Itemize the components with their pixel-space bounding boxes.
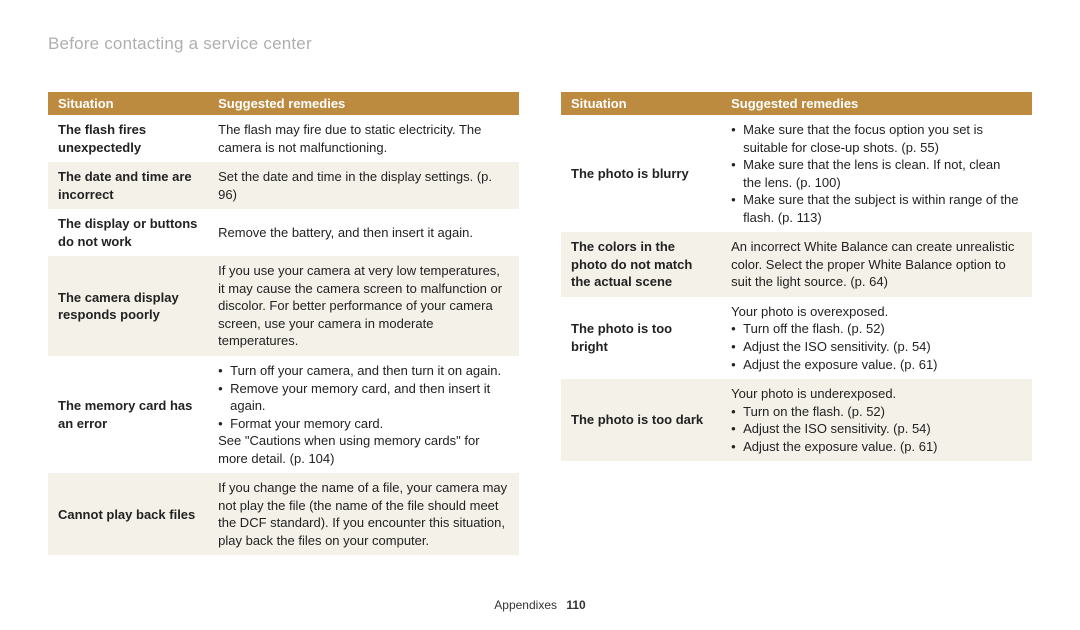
remedy-bullet: Turn off the flash. (p. 52)	[731, 320, 1022, 338]
situation-cell: The memory card has an error	[48, 356, 208, 473]
situation-cell: The camera display responds poorly	[48, 256, 208, 356]
remedy-cell: Your photo is underexposed.Turn on the f…	[721, 379, 1032, 461]
page-title: Before contacting a service center	[48, 34, 1032, 54]
remedy-cell: Turn off your camera, and then turn it o…	[208, 356, 519, 473]
remedy-cell: If you change the name of a file, your c…	[208, 473, 519, 555]
remedy-cell: An incorrect White Balance can create un…	[721, 232, 1032, 297]
remedy-cell: Your photo is overexposed.Turn off the f…	[721, 297, 1032, 379]
table-row: The display or buttons do not work Remove…	[48, 209, 519, 256]
remedy-cell: The flash may fire due to static electri…	[208, 115, 519, 162]
table-row: The flash fires unexpectedly The flash ma…	[48, 115, 519, 162]
remedy-text: Your photo is overexposed.	[731, 303, 1022, 321]
situation-cell: The display or buttons do not work	[48, 209, 208, 256]
remedy-cell: Remove the battery, and then insert it a…	[208, 209, 519, 256]
table-row: Cannot play back filesIf you change the …	[48, 473, 519, 555]
troubleshoot-table-right: Situation Suggested remedies The photo i…	[561, 92, 1032, 461]
table-row: The colors in the photo do not match the…	[561, 232, 1032, 297]
remedy-text: Set the date and time in the display set…	[218, 168, 509, 203]
remedy-bullet: Adjust the exposure value. (p. 61)	[731, 438, 1022, 456]
left-column: Situation Suggested remedies The flash f…	[48, 92, 519, 555]
remedy-cell: Make sure that the focus option you set …	[721, 115, 1032, 232]
remedy-bullet: Make sure that the subject is within ran…	[731, 191, 1022, 226]
remedy-bullet: Turn off your camera, and then turn it o…	[218, 362, 509, 380]
remedy-text: An incorrect White Balance can create un…	[731, 238, 1022, 291]
remedy-bullets: Turn off the flash. (p. 52)Adjust the IS…	[731, 320, 1022, 373]
table-row: The camera display responds poorlyIf you…	[48, 256, 519, 356]
remedy-bullet: Turn on the flash. (p. 52)	[731, 403, 1022, 421]
situation-cell: The date and time are incorrect	[48, 162, 208, 209]
troubleshoot-table-left: Situation Suggested remedies The flash f…	[48, 92, 519, 555]
remedy-bullet: Format your memory card.	[218, 415, 509, 433]
remedy-text: Remove the battery, and then insert it a…	[218, 224, 509, 242]
remedy-bullet: Make sure that the focus option you set …	[731, 121, 1022, 156]
col-header-situation: Situation	[48, 92, 208, 115]
table-row: The date and time are incorrect Set the d…	[48, 162, 519, 209]
footer-section: Appendixes	[494, 598, 557, 612]
situation-cell: Cannot play back files	[48, 473, 208, 555]
right-column: Situation Suggested remedies The photo i…	[561, 92, 1032, 555]
remedy-text: See "Cautions when using memory cards" f…	[218, 432, 509, 467]
remedy-bullet: Adjust the ISO sensitivity. (p. 54)	[731, 338, 1022, 356]
situation-cell: The photo is too bright	[561, 297, 721, 379]
col-header-remedies: Suggested remedies	[208, 92, 519, 115]
remedy-bullet: Make sure that the lens is clean. If not…	[731, 156, 1022, 191]
content-columns: Situation Suggested remedies The flash f…	[48, 92, 1032, 555]
table-row: The photo is too darkYour photo is under…	[561, 379, 1032, 461]
remedy-text: If you use your camera at very low tempe…	[218, 262, 509, 350]
remedy-text: The flash may fire due to static electri…	[218, 121, 509, 156]
situation-cell: The flash fires unexpectedly	[48, 115, 208, 162]
remedy-bullet: Adjust the ISO sensitivity. (p. 54)	[731, 420, 1022, 438]
remedy-text: If you change the name of a file, your c…	[218, 479, 509, 549]
remedy-bullet: Remove your memory card, and then insert…	[218, 380, 509, 415]
table-row: The photo is too brightYour photo is ove…	[561, 297, 1032, 379]
col-header-remedies: Suggested remedies	[721, 92, 1032, 115]
remedy-bullets: Make sure that the focus option you set …	[731, 121, 1022, 226]
remedy-bullets: Turn on the flash. (p. 52)Adjust the ISO…	[731, 403, 1022, 456]
table-row: The photo is blurry Make sure that the fo…	[561, 115, 1032, 232]
situation-cell: The photo is too dark	[561, 379, 721, 461]
situation-cell: The photo is blurry	[561, 115, 721, 232]
col-header-situation: Situation	[561, 92, 721, 115]
footer-page-number: 110	[566, 598, 585, 612]
remedy-cell: If you use your camera at very low tempe…	[208, 256, 519, 356]
page-footer: Appendixes 110	[0, 598, 1080, 612]
remedy-bullet: Adjust the exposure value. (p. 61)	[731, 356, 1022, 374]
situation-cell: The colors in the photo do not match the…	[561, 232, 721, 297]
remedy-cell: Set the date and time in the display set…	[208, 162, 519, 209]
remedy-text: Your photo is underexposed.	[731, 385, 1022, 403]
table-row: The memory card has an error Turn off you…	[48, 356, 519, 473]
remedy-bullets: Turn off your camera, and then turn it o…	[218, 362, 509, 432]
